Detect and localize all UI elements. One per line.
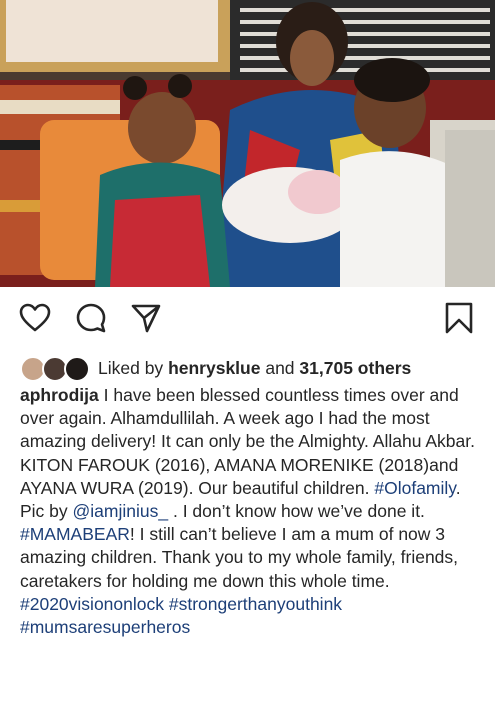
caption-paragraph-1: aphrodija I have been blessed countless … [20, 384, 480, 454]
hashtag-strongerthanyouthink[interactable]: #strongerthanyouthink [169, 594, 342, 614]
bookmark-icon [445, 302, 473, 334]
likes-and: and [265, 357, 295, 378]
mention-iamjinius[interactable]: @iamjinius_ [73, 501, 169, 521]
caption-paragraph-2: KITON FAROUK (2016), AMANA MORENIKE (201… [20, 454, 480, 593]
heart-icon [19, 303, 51, 332]
hashtag-olofamily[interactable]: #Olofamily [374, 478, 455, 498]
caption-paragraph-3: #2020visiononlock #strongerthanyouthink [20, 593, 480, 616]
comment-button[interactable] [74, 301, 108, 335]
liker-username[interactable]: henrysklue [168, 358, 260, 379]
likes-summary[interactable]: Liked by henrysklue and 31,705 others [20, 355, 411, 382]
avatar [64, 356, 90, 382]
caption-paragraph-4: #mumsaresuperheros [20, 616, 480, 639]
likes-prefix: Liked by [98, 357, 164, 378]
share-button[interactable] [129, 301, 163, 335]
likes-count[interactable]: 31,705 others [299, 358, 411, 379]
hashtag-2020visiononlock[interactable]: #2020visiononlock [20, 594, 164, 614]
post-caption: aphrodija I have been blessed countless … [20, 384, 480, 639]
family-photo [0, 0, 495, 287]
share-icon [131, 304, 161, 333]
hashtag-mamabear[interactable]: #MAMABEAR [20, 524, 130, 544]
save-button[interactable] [442, 301, 476, 335]
hashtag-mumsaresuperheros[interactable]: #mumsaresuperheros [20, 617, 190, 637]
caption-username[interactable]: aphrodija [20, 385, 99, 405]
post-photo[interactable] [0, 0, 495, 287]
liker-avatars [20, 356, 90, 382]
like-button[interactable] [18, 301, 52, 335]
post-action-bar [0, 287, 495, 349]
caption-text-4: . I don’t know how we’ve done it. [168, 501, 425, 522]
comment-icon [76, 303, 106, 333]
